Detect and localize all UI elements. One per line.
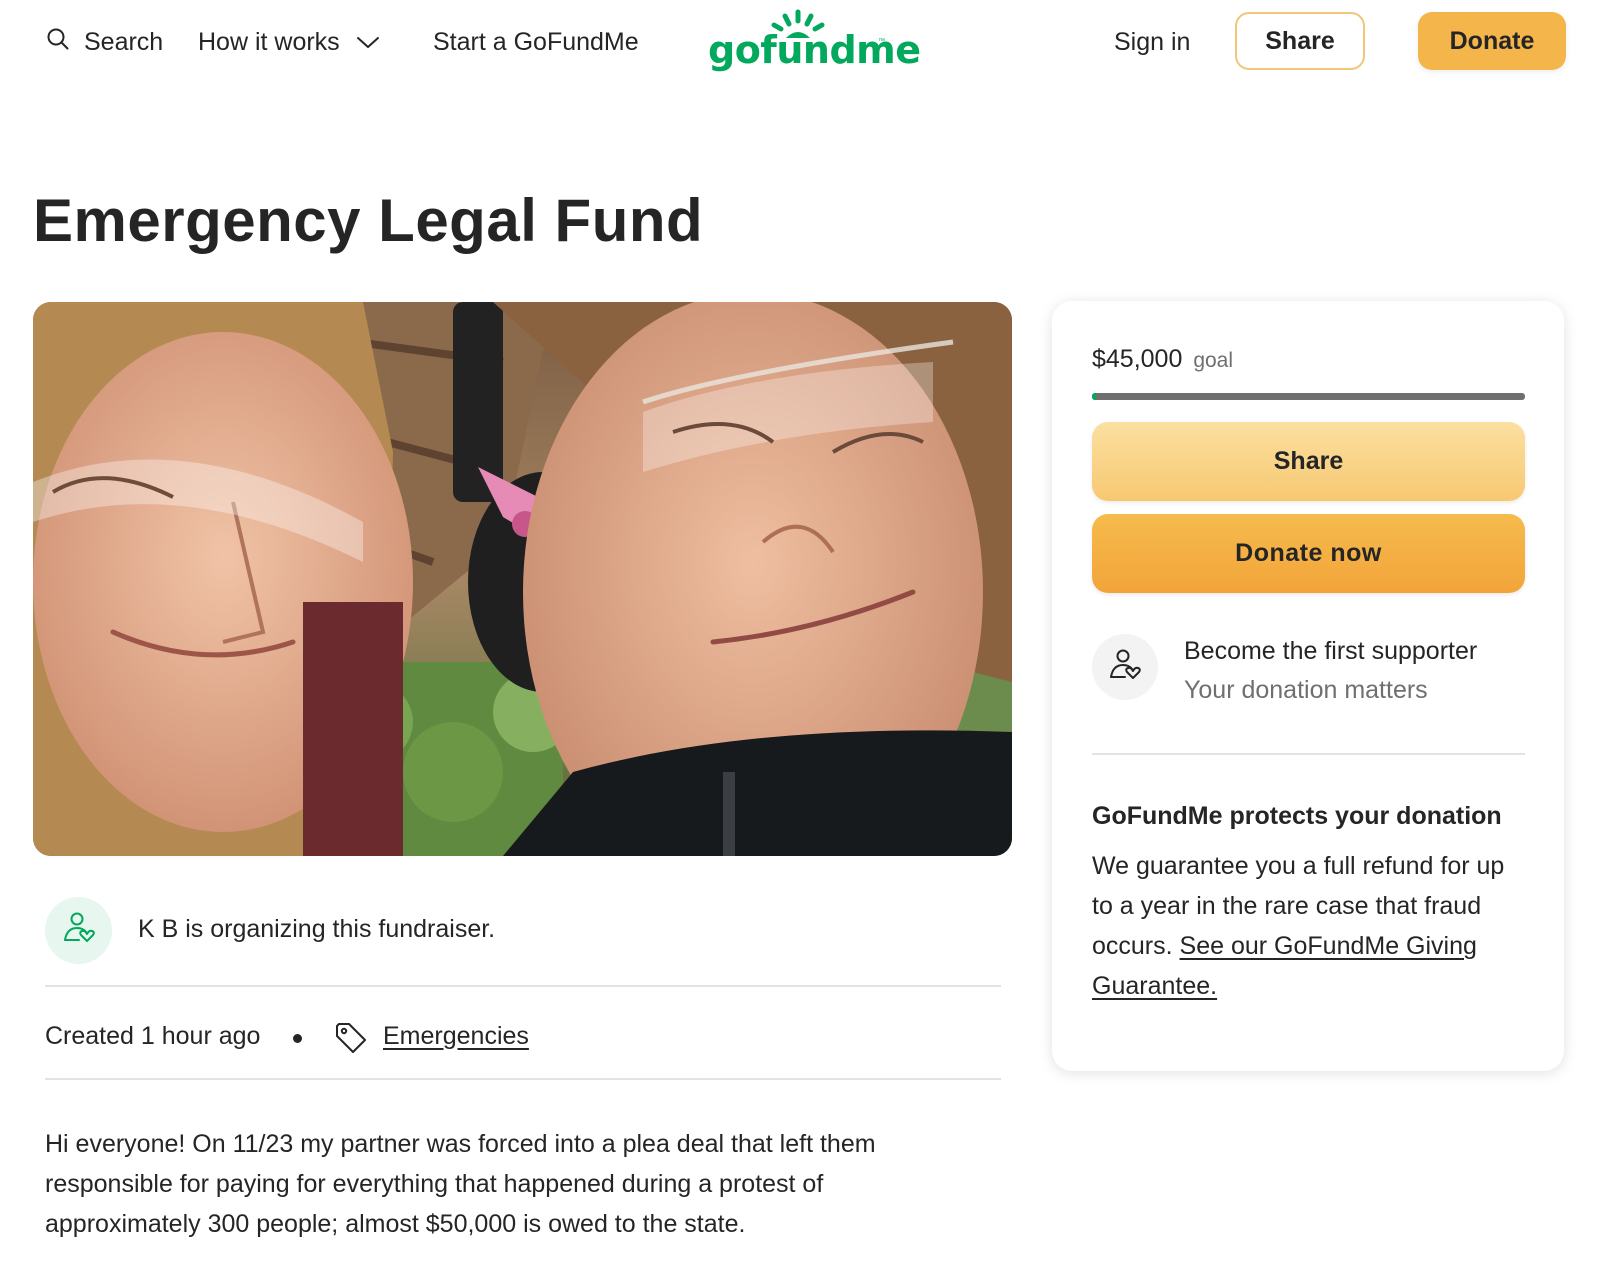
person-heart-icon [61,910,97,951]
donate-now-button[interactable]: Donate now [1092,514,1525,593]
how-it-works-menu[interactable]: How it works [198,22,380,62]
divider [45,1078,1001,1080]
protect-title: GoFundMe protects your donation [1092,802,1502,830]
goal-label: goal [1193,349,1234,372]
campaign-photo [33,302,1012,856]
protect-body: We guarantee you a full refund for up to… [1092,846,1532,1006]
top-nav: Search How it works Start a GoFundMe gof… [0,0,1600,84]
supporter-avatar [1092,634,1158,700]
goal-amount: $45,000 [1092,345,1183,373]
goal-amount-row: $45,000 goal [1092,345,1233,374]
donation-card: $45,000 goal Share Donate now Become the… [1052,301,1564,1071]
campaign-story: Hi everyone! On 11/23 my partner was for… [45,1130,876,1238]
divider [45,985,1001,987]
created-time: Created 1 hour ago [45,1022,261,1050]
supporter-title: Become the first supporter [1184,637,1478,665]
person-heart-icon [1107,647,1143,688]
logo-wordmark: gofundme [708,28,921,72]
supporter-subtitle: Your donation matters [1184,676,1428,704]
divider [1092,753,1525,755]
donate-button-header[interactable]: Donate [1418,12,1566,70]
start-gofundme-link[interactable]: Start a GoFundMe [433,22,639,62]
search-label: Search [84,27,164,56]
separator-dot [293,1034,302,1043]
logo-trademark: ™ [878,38,885,45]
chevron-down-icon [340,28,380,57]
page-title: Emergency Legal Fund [33,187,704,254]
search-icon [46,27,84,58]
progress-fill [1092,393,1097,400]
share-button-header[interactable]: Share [1235,12,1365,70]
category-link[interactable]: Emergencies [383,1022,529,1051]
sign-in-link[interactable]: Sign in [1114,22,1190,62]
organizer-avatar [45,897,112,964]
gofundme-logo[interactable]: gofundme ™ [708,8,921,78]
share-button[interactable]: Share [1092,422,1525,501]
tag-icon [333,1020,369,1061]
search-button[interactable]: Search [46,22,163,62]
organizer-text: K B is organizing this fundraiser. [138,915,496,943]
progress-bar [1092,393,1525,400]
how-it-works-label: How it works [198,27,340,56]
